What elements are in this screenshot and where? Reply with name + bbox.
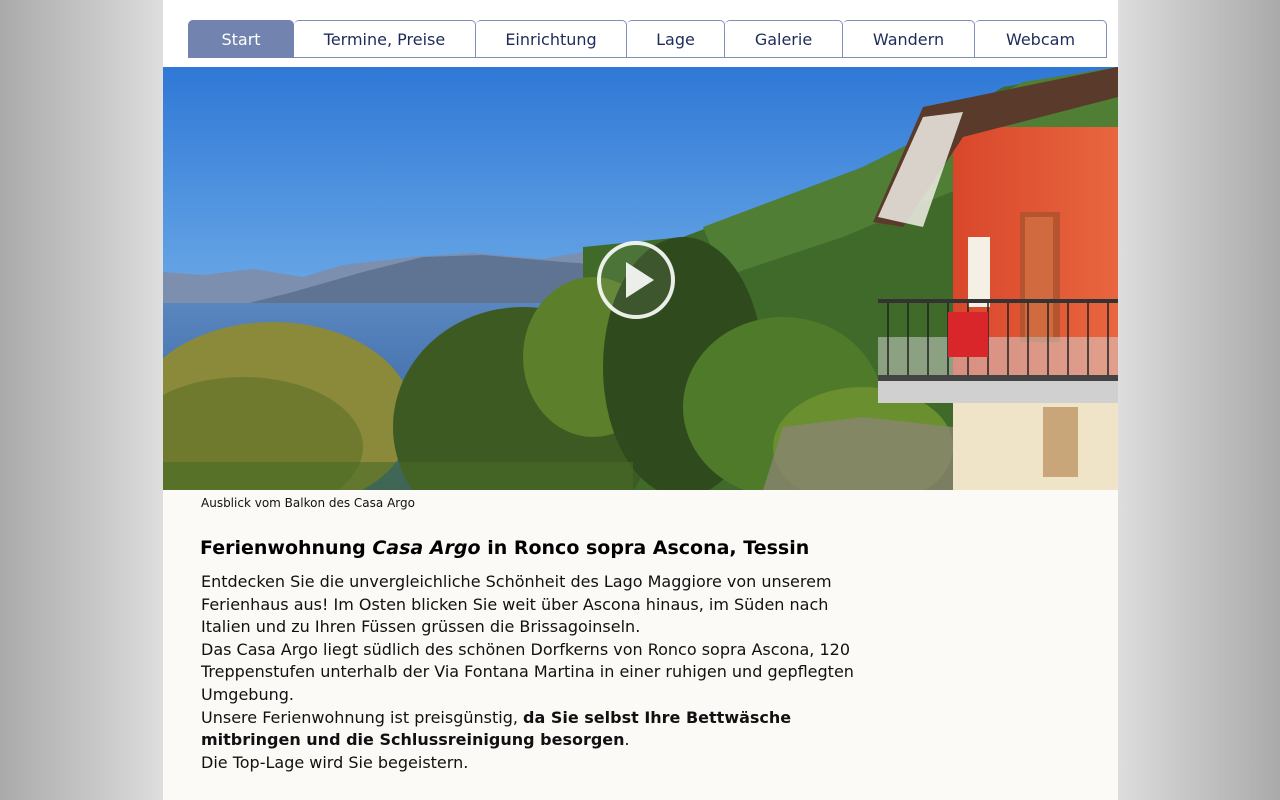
- tab-termine-preise[interactable]: Termine, Preise: [294, 20, 476, 58]
- play-circle-icon[interactable]: [596, 240, 676, 320]
- tab-wandern[interactable]: Wandern: [843, 20, 975, 58]
- page-container: Start Termine, Preise Einrichtung Lage G…: [163, 0, 1118, 800]
- hero-video[interactable]: [163, 67, 1118, 490]
- top-navigation: Start Termine, Preise Einrichtung Lage G…: [163, 0, 1118, 67]
- tab-lage[interactable]: Lage: [627, 20, 725, 58]
- tab-bar: Start Termine, Preise Einrichtung Lage G…: [188, 20, 1107, 58]
- image-caption: Ausblick vom Balkon des Casa Argo: [201, 496, 415, 510]
- paragraph-4: Die Top-Lage wird Sie begeistern.: [201, 752, 469, 772]
- tab-einrichtung[interactable]: Einrichtung: [476, 20, 627, 58]
- paragraph-3: Unsere Ferienwohnung ist preisgünstig, d…: [201, 707, 792, 750]
- intro-text: Entdecken Sie die unvergleichliche Schön…: [201, 571, 861, 774]
- title-house-name: Casa Argo: [372, 537, 481, 559]
- tab-webcam[interactable]: Webcam: [975, 20, 1107, 58]
- paragraph-1: Entdecken Sie die unvergleichliche Schön…: [201, 572, 832, 637]
- tab-galerie[interactable]: Galerie: [725, 20, 843, 58]
- page-title: Ferienwohnung Casa Argo in Ronco sopra A…: [200, 537, 810, 559]
- paragraph-2: Das Casa Argo liegt südlich des schönen …: [201, 639, 854, 704]
- tab-start[interactable]: Start: [188, 20, 294, 58]
